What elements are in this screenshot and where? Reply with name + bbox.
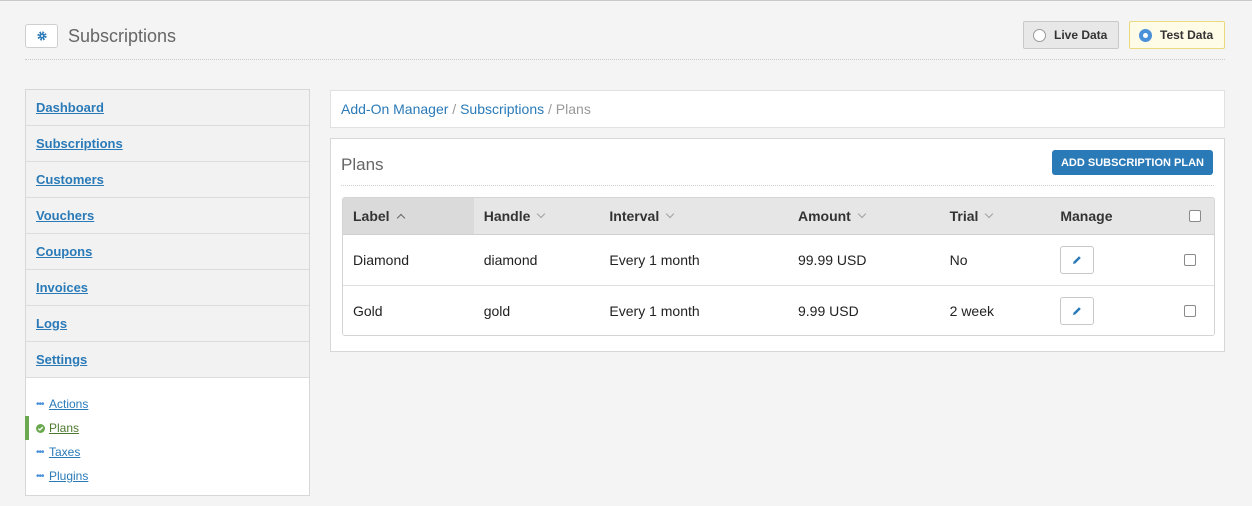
sidebar-item-customers: Customers [26,162,309,198]
subnav-link-actions[interactable]: Actions [49,397,88,411]
radio-icon [1033,28,1046,42]
cell-label: Diamond [353,252,410,268]
pencil-icon [1073,256,1082,264]
sidebar-item-settings: Settings [26,342,309,378]
dash-bullet-icon: ••• [36,398,45,410]
sidebar-item-logs: Logs [26,306,309,342]
row-checkbox[interactable] [1183,304,1196,317]
sidebar-link-coupons[interactable]: Coupons [36,244,92,259]
column-handle-text: Handle [483,208,531,224]
column-header-trial[interactable]: Trial [940,198,1051,234]
header-divider [25,59,1225,60]
cell-handle: diamond [483,252,538,268]
dash-bullet-icon: ••• [36,470,45,482]
chevron-down-icon [537,209,546,219]
sidebar-link-invoices[interactable]: Invoices [36,280,88,295]
edit-button[interactable] [1060,246,1095,274]
panel-title: Plans [341,155,384,174]
sidebar-link-logs[interactable]: Logs [36,316,67,331]
chevron-down-icon [985,209,994,219]
select-all-cell [1165,198,1214,234]
cell-trial: No [949,252,968,268]
subnav-link-taxes[interactable]: Taxes [49,445,80,459]
cell-amount: 9.99 USD [797,302,859,319]
sidebar-link-subscriptions[interactable]: Subscriptions [36,136,123,151]
breadcrumb-link-subscriptions[interactable]: Subscriptions [460,101,544,117]
column-header-label[interactable]: Label [343,198,474,234]
subnav-item-plans: Plans [25,416,309,440]
chevron-down-icon [665,209,675,219]
column-header-interval[interactable]: Interval [599,198,788,234]
add-subscription-plan-button[interactable]: ADD SUBSCRIPTION PLAN [1051,150,1213,175]
gear-icon [36,31,47,41]
subnav-link-plugins[interactable]: Plugins [49,469,88,483]
row-checkbox[interactable] [1183,254,1196,266]
cell-interval: Every 1 month [609,252,700,268]
sidebar-link-settings[interactable]: Settings [36,352,87,367]
table-row: Diamond diamond Every 1 month 99.99 USD … [343,235,1214,286]
sidebar-link-customers[interactable]: Customers [36,172,104,187]
check-circle-icon [36,423,45,433]
cell-select [1165,235,1214,285]
subnav-item-taxes: ••• Taxes [26,440,309,464]
test-data-label: Test Data [1160,28,1214,42]
settings-button[interactable] [25,24,58,48]
breadcrumb-separator: / [548,101,552,117]
subnav-item-plugins: ••• Plugins [26,464,309,488]
page-title: Subscriptions [68,26,177,46]
cell-label: Gold [353,302,383,319]
sidebar-item-coupons: Coupons [26,234,309,270]
table-header: Label Handle Interval Amount Trial Manag… [343,198,1214,235]
column-header-manage: Manage [1050,198,1165,234]
edit-button[interactable] [1060,296,1095,325]
column-trial-text: Trial [949,208,979,224]
column-header-handle[interactable]: Handle [474,198,600,234]
cell-interval: Every 1 month [609,302,700,319]
sidebar-item-subscriptions: Subscriptions [26,126,309,162]
breadcrumb: Add-On Manager / Subscriptions / Plans [330,90,1225,128]
plans-table: Label Handle Interval Amount Trial Manag… [342,197,1215,336]
cell-manage [1050,286,1165,335]
sidebar-item-vouchers: Vouchers [26,198,309,234]
cell-handle: gold [483,302,511,319]
subnav-link-plans[interactable]: Plans [49,421,79,435]
radio-selected-icon [1139,28,1152,42]
cell-select [1165,286,1214,335]
cell-amount: 99.99 USD [797,252,867,268]
settings-subnav: ••• Actions Plans ••• Taxes ••• Plugins [25,378,309,488]
sidebar-link-dashboard[interactable]: Dashboard [36,100,104,115]
table-row: Gold gold Every 1 month 9.99 USD 2 week [343,286,1214,335]
breadcrumb-current: Plans [555,101,591,117]
live-data-label: Live Data [1054,28,1108,42]
sidebar-link-vouchers[interactable]: Vouchers [36,208,94,223]
column-label-text: Label [353,208,390,224]
pencil-icon [1073,306,1082,315]
column-header-amount[interactable]: Amount [788,198,940,234]
chevron-down-icon [857,209,867,219]
cell-manage [1050,235,1165,285]
column-amount-text: Amount [797,208,851,224]
column-interval-text: Interval [609,208,660,224]
select-all-checkbox[interactable] [1188,210,1201,222]
plans-panel: Plans ADD SUBSCRIPTION PLAN Label Handle… [330,138,1225,352]
live-data-toggle[interactable]: Live Data [1023,21,1119,49]
dash-bullet-icon: ••• [36,446,45,458]
breadcrumb-separator: / [452,101,457,117]
subnav-item-actions: ••• Actions [26,392,309,416]
sidebar: Dashboard Subscriptions Customers Vouche… [25,89,310,496]
panel-divider [341,185,1214,186]
test-data-toggle[interactable]: Test Data [1129,21,1225,49]
column-manage-text: Manage [1060,208,1113,224]
breadcrumb-link-addon-manager[interactable]: Add-On Manager [341,101,448,117]
sort-ascending-icon [396,213,405,222]
sidebar-item-dashboard: Dashboard [26,90,309,126]
cell-trial: 2 week [949,302,994,319]
sidebar-item-invoices: Invoices [26,270,309,306]
